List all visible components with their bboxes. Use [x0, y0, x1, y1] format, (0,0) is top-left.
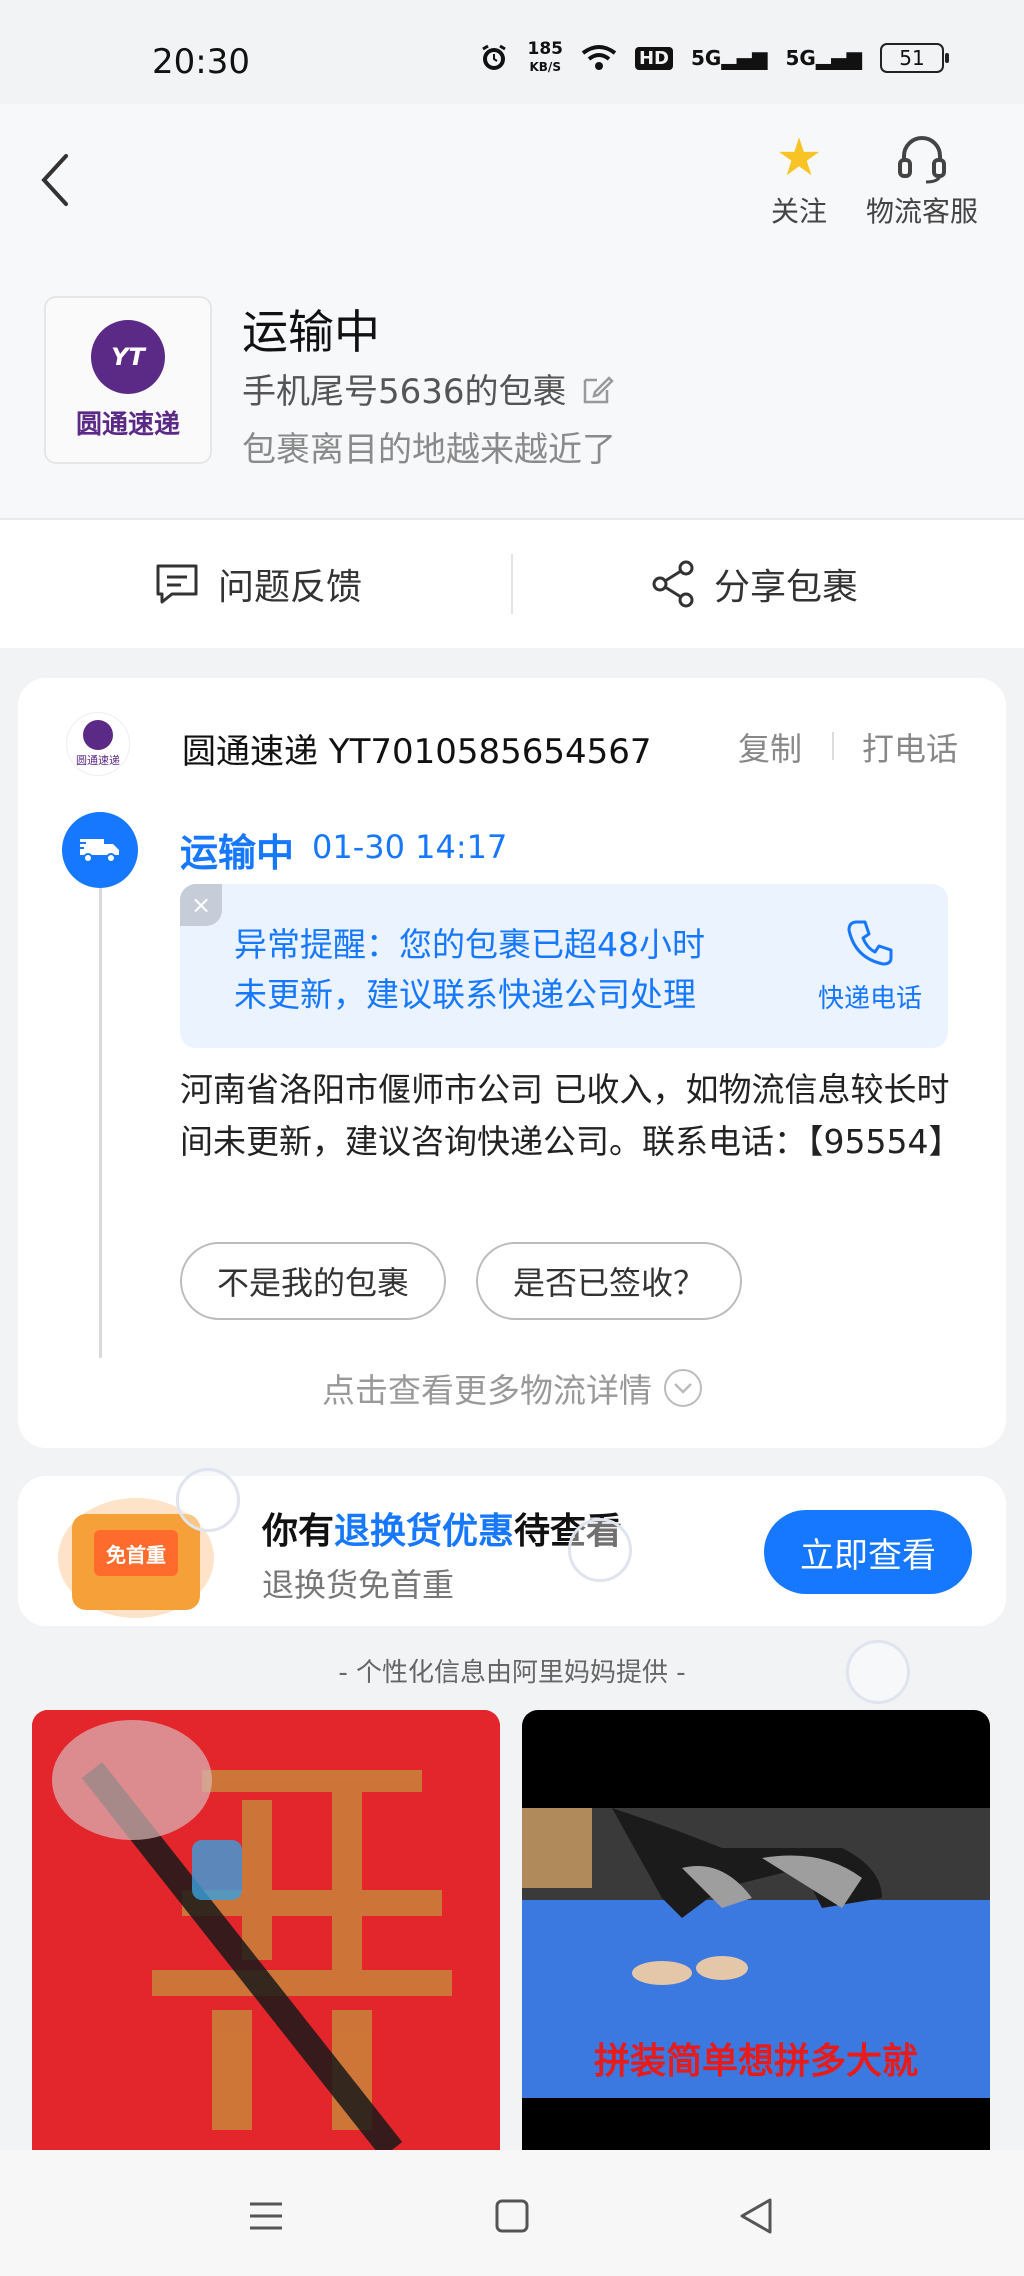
courier-phone-button[interactable]: 快递电话	[810, 918, 930, 1015]
share-icon	[652, 560, 694, 608]
exception-alert-text: 异常提醒：您的包裹已超48小时 未更新，建议联系快递公司处理	[234, 920, 754, 1020]
follow-button[interactable]: ★ 关注	[760, 130, 838, 230]
chevron-down-icon	[664, 1369, 702, 1407]
hd-icon: HD	[634, 46, 673, 70]
call-button[interactable]: 打电话	[862, 724, 958, 770]
exception-alert-line: 未更新，建议联系快递公司处理	[234, 975, 696, 1014]
feed-item[interactable]	[32, 1710, 500, 2150]
wifi-icon	[581, 45, 617, 70]
carrier-logo-name: 圆通速递	[75, 409, 180, 440]
divider	[832, 732, 834, 760]
action-bar: 问题反馈 分享包裹	[0, 520, 1024, 648]
package-name-text: 手机尾号5636的包裹	[242, 372, 567, 412]
feedback-label: 问题反馈	[218, 567, 363, 608]
courier-phone-label: 快递电话	[817, 984, 922, 1014]
share-button[interactable]: 分享包裹	[650, 520, 858, 648]
battery-icon: 51	[880, 43, 949, 73]
back-arrow-icon[interactable]	[36, 150, 76, 210]
tracking-card	[18, 678, 1006, 1448]
yto-logo-icon	[83, 720, 113, 750]
menu-icon[interactable]	[246, 2196, 286, 2236]
feed-item[interactable]: 拼装简单想拼多大就	[522, 1710, 990, 2150]
comment-icon	[156, 564, 198, 604]
copy-button[interactable]: 复制	[738, 724, 802, 770]
home-icon[interactable]	[492, 2196, 532, 2236]
share-label: 分享包裹	[714, 567, 859, 608]
signal-icon: 5G▂▄▆	[785, 46, 863, 70]
phone-icon	[847, 920, 893, 966]
customer-service-label: 物流客服	[865, 195, 978, 228]
not-my-package-button[interactable]: 不是我的包裹	[180, 1242, 446, 1320]
tracking-detail: 河南省洛阳市偃师市公司 已收入，如物流信息较长时间未更新，建议咨询快递公司。联系…	[180, 1070, 962, 1161]
promo-subtitle: 退换货免首重	[262, 1566, 455, 1604]
package-name[interactable]: 手机尾号5636的包裹	[242, 364, 615, 413]
close-icon[interactable]: ×	[180, 884, 222, 926]
package-status-title: 运输中	[242, 305, 380, 359]
exception-alert-line: 异常提醒：您的包裹已超48小时	[234, 925, 705, 964]
carrier-mini-logo: 圆通速递	[66, 712, 130, 776]
timeline-line	[99, 888, 102, 1358]
edit-icon[interactable]	[581, 372, 615, 406]
network-speed: 185 KB/S	[527, 39, 563, 74]
action-separator	[511, 554, 513, 614]
tracking-status: 运输中	[180, 831, 295, 875]
back-icon[interactable]	[736, 2196, 776, 2236]
more-details-link[interactable]: 点击查看更多物流详情	[0, 1364, 1024, 1412]
follow-label: 关注	[770, 195, 827, 228]
truck-icon	[62, 812, 138, 888]
signed-question-button[interactable]: 是否已签收？	[476, 1242, 742, 1320]
more-details-label: 点击查看更多物流详情	[322, 1371, 652, 1410]
star-icon: ★	[775, 128, 823, 188]
view-now-button[interactable]: 立即查看	[764, 1510, 972, 1594]
floating-dot	[176, 1468, 240, 1532]
floating-dot	[568, 1518, 632, 1582]
carrier-logo: YT 圆通速递	[44, 296, 212, 464]
tracking-time: 01-30 14:17	[312, 828, 508, 866]
feed-image	[32, 1710, 500, 2150]
promo-box-label: 免首重	[94, 1530, 178, 1576]
signal-icon: 5G▂▄▆	[691, 46, 768, 70]
status-icons: 185 KB/S HD 5G▂▄▆ 5G▂▄▆ 51	[479, 39, 949, 76]
package-status-hint: 包裹离目的地越来越近了	[242, 430, 616, 470]
status-time: 20:30	[152, 42, 250, 82]
customer-service-button[interactable]: 物流客服	[860, 130, 984, 230]
feedback-button[interactable]: 问题反馈	[154, 520, 362, 648]
headset-icon	[898, 136, 946, 184]
floating-dot	[846, 1640, 910, 1704]
carrier-mini-logo-name: 圆通速递	[76, 754, 120, 767]
alarm-icon	[482, 44, 507, 70]
carrier-tracking-number: 圆通速递 YT7010585654567	[182, 732, 652, 772]
feed-caption: 拼装简单想拼多大就	[593, 2041, 918, 2082]
yto-logo-icon: YT	[91, 319, 165, 394]
